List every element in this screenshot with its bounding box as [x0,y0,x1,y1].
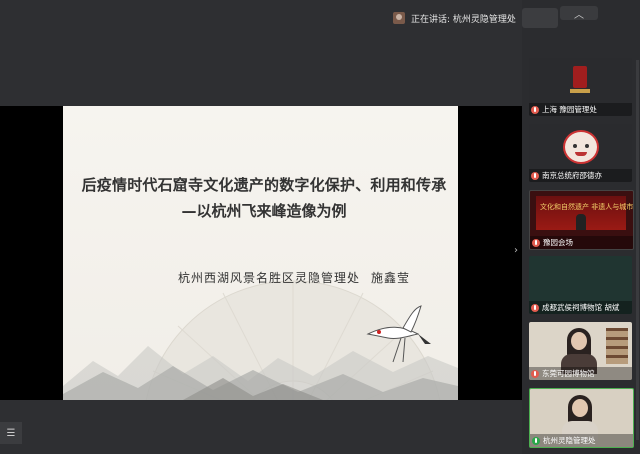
participant-label: 上海 豫园管理处 [529,103,632,116]
speaking-label: 正在讲话: 杭州灵隐管理处 [411,14,516,25]
chevron-up-icon: ︿ [574,9,584,21]
slide-title-line2: —以杭州飞来峰造像为例 [181,202,347,220]
list-icon: ☰ [6,427,16,439]
participant-tile[interactable]: 南京总统府邵德亦 [529,124,632,182]
mic-muted-icon [531,369,539,378]
mic-muted-icon [531,303,539,312]
list-button[interactable]: ☰ [0,422,22,444]
speaker-avatar [393,12,405,24]
top-bar: 正在讲话: 杭州灵隐管理处 ︿ [0,0,640,34]
logo-subtitle [570,89,590,93]
sidebar-scrollbar[interactable] [636,60,639,440]
slide-organization: 杭州西湖风景名胜区灵隐管理处 [178,271,361,285]
participant-video [559,328,599,374]
main-video-area: 后疫情时代石窟寺文化遗产的数字化保护、利用和传承 —以杭州飞来峰造像为例 杭州西… [0,0,522,454]
mic-muted-icon [531,171,539,180]
participant-tile[interactable]: 成都武侯祠博物馆 胡斌 [529,256,632,314]
participant-tile[interactable]: 文化和自然遗产 非遗人与城市 豫园会场 [529,190,634,250]
slide-author: 施鑫莹 [371,271,411,285]
mic-muted-icon [532,238,540,247]
participant-tile[interactable]: 东莞可园博物馆 [529,322,632,380]
bookshelf [606,328,628,364]
speaker-extra [521,8,558,28]
participant-label: 豫园会场 [530,236,633,249]
participant-name: 南京总统府邵德亦 [542,171,602,180]
mic-active-icon [532,436,540,445]
participant-name: 上海 豫园管理处 [542,105,597,114]
speaker-figure [576,214,586,230]
participant-label: 东莞可园博物馆 [529,367,632,380]
participant-name: 杭州灵隐管理处 [543,436,596,445]
shared-slide: 后疫情时代石窟寺文化遗产的数字化保护、利用和传承 —以杭州飞来峰造像为例 杭州西… [63,106,458,400]
cartoon-avatar [563,130,599,164]
mic-muted-icon [531,105,539,114]
collapse-button[interactable]: ︿ [560,6,598,21]
participant-label: 南京总统府邵德亦 [529,169,632,182]
participant-name: 东莞可园博物馆 [542,369,595,378]
participant-video [560,395,600,441]
sidebar-toggle-arrow[interactable]: › [514,245,518,256]
stage-banner-text: 文化和自然遗产 非遗人与城市 [540,203,634,211]
participant-name: 豫园会场 [543,238,573,247]
participant-tile-active[interactable]: 杭州灵隐管理处 [529,388,634,448]
slide-title-line1: 后疫情时代石窟寺文化遗产的数字化保护、利用和传承 [81,176,447,194]
participant-tile[interactable]: 上海 豫园管理处 [529,58,632,116]
stage-video: 文化和自然遗产 非遗人与城市 [536,196,633,230]
participant-label: 成都武侯祠博物馆 胡斌 [529,301,632,314]
speaking-indicator: 正在讲话: 杭州灵隐管理处 [393,8,558,28]
participant-name: 成都武侯祠博物馆 胡斌 [542,303,620,312]
crane-icon [366,305,431,363]
participant-label: 杭州灵隐管理处 [530,434,633,447]
logo-image [573,66,587,88]
